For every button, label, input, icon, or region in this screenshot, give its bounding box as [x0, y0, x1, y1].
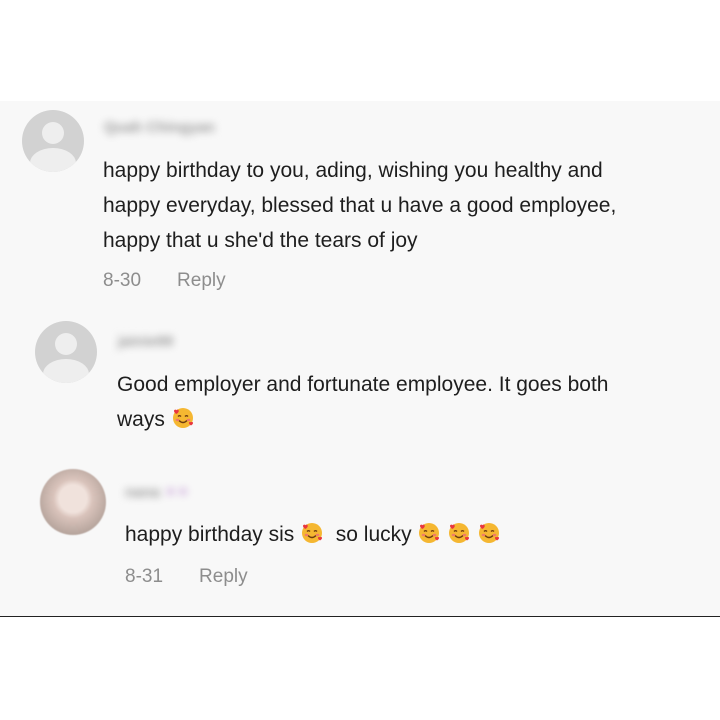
- comment-username[interactable]: nana ✦✦: [125, 483, 189, 501]
- reply-button[interactable]: Reply: [177, 270, 226, 291]
- comment-text-line: happy everyday, blessed that u have a go…: [103, 194, 617, 217]
- comment-text-line: happy that u she'd the tears of joy: [103, 229, 418, 252]
- default-avatar-icon[interactable]: [35, 321, 97, 383]
- comments-panel: Quah Chingyan happy birthday to you, adi…: [0, 101, 720, 617]
- comment-text-line: happy birthday to you, ading, wishing yo…: [103, 159, 603, 182]
- comment-text-line-with-emoji: happy birthday sis so lucky: [125, 517, 501, 552]
- smiling-face-with-hearts-icon: [300, 521, 324, 545]
- comment-text: happy birthday sis: [125, 523, 295, 546]
- reply-button[interactable]: Reply: [199, 566, 248, 587]
- comment-text-line: Good employer and fortunate employee. It…: [117, 373, 609, 396]
- comment-username[interactable]: Quah Chingyan: [104, 119, 215, 136]
- comment-text-line-with-emoji: ways: [117, 402, 195, 437]
- smiling-face-with-hearts-icon: [417, 521, 441, 545]
- comment-date: 8-31: [125, 566, 164, 587]
- comment-date: 8-30: [103, 270, 142, 291]
- smiling-face-with-hearts-icon: [477, 521, 501, 545]
- comment-meta: 8-31 Reply: [125, 566, 248, 588]
- default-avatar-icon[interactable]: [22, 110, 84, 172]
- comment-text: ways: [117, 408, 165, 431]
- smiling-face-with-hearts-icon: [171, 406, 195, 430]
- comment-text: so lucky: [335, 523, 412, 546]
- smiling-face-with-hearts-icon: [447, 521, 471, 545]
- comment-meta: 8-30 Reply: [103, 270, 226, 292]
- comment-username[interactable]: jainie99: [118, 333, 173, 350]
- user-avatar-photo[interactable]: [40, 469, 106, 535]
